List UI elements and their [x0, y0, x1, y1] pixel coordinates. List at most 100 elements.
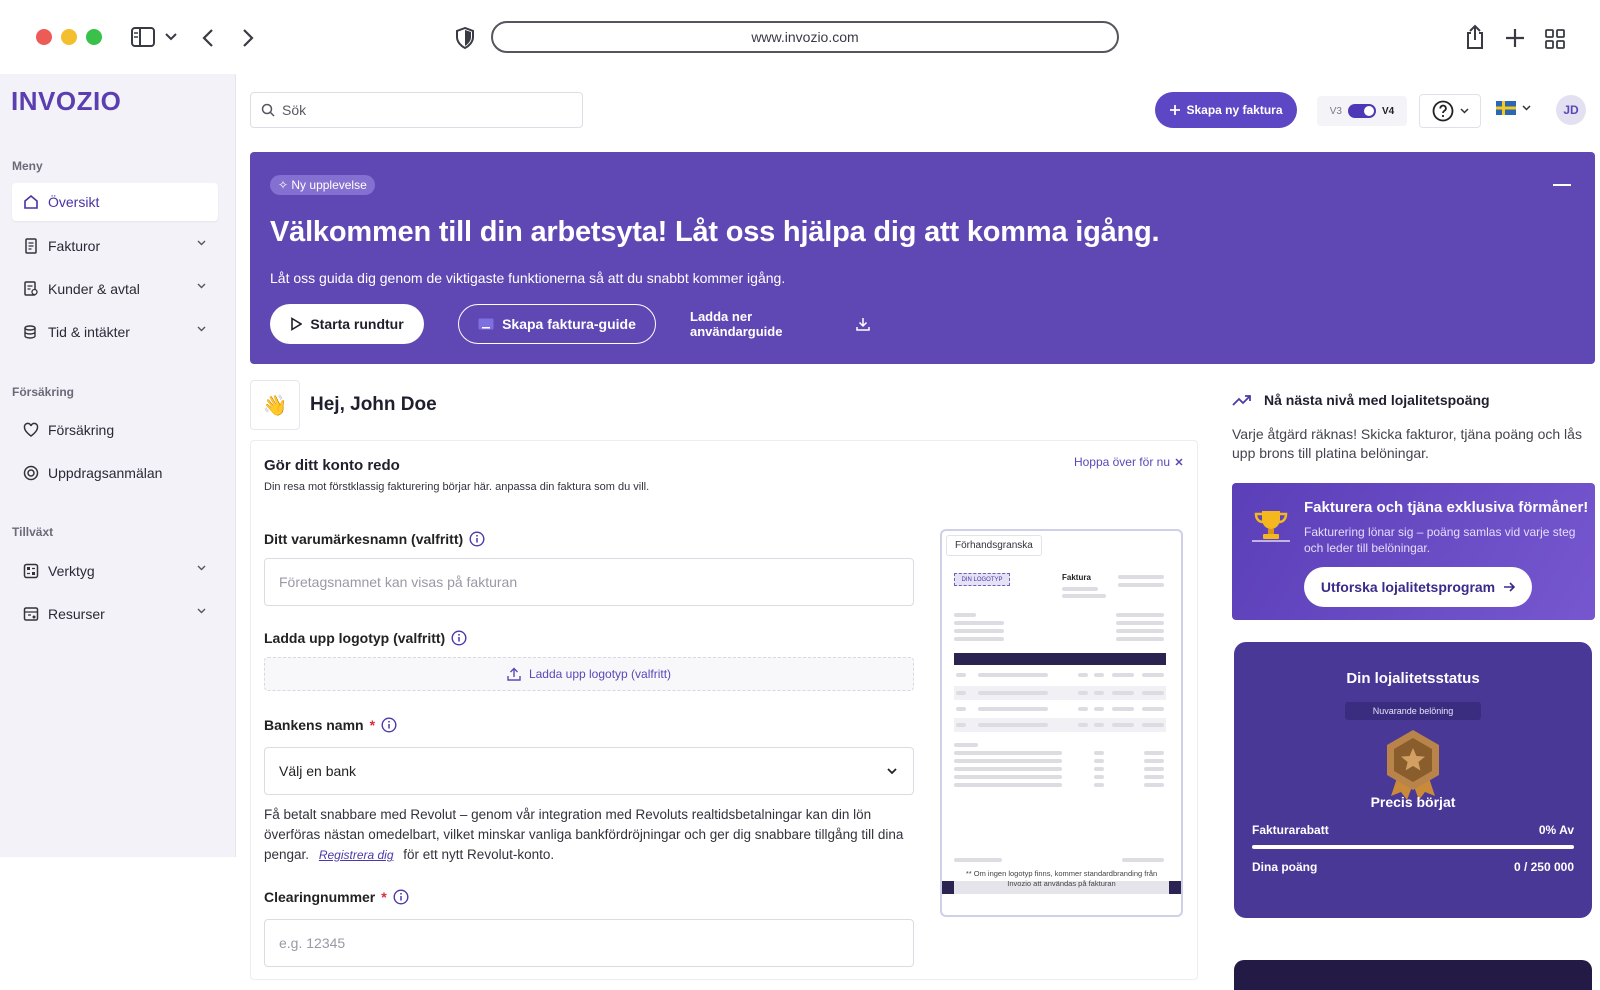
sidebar-item-tid[interactable]: Tid & intäkter	[12, 313, 218, 351]
info-icon[interactable]	[469, 531, 485, 547]
sidebar-toggle-icon[interactable]	[131, 27, 155, 47]
bronze-medal-icon	[1379, 726, 1447, 802]
search-input[interactable]: Sök	[250, 92, 583, 128]
version-switch[interactable]	[1348, 104, 1376, 118]
sidebar-item-label: Kunder & avtal	[48, 281, 140, 297]
collapse-banner-button[interactable]	[1553, 184, 1571, 186]
required-marker: *	[381, 889, 387, 905]
invoice-guide-button[interactable]: Skapa faktura-guide	[458, 304, 656, 344]
sidebar-item-label: Försäkring	[48, 422, 115, 438]
play-icon	[290, 317, 303, 331]
forward-arrow-icon[interactable]	[242, 28, 254, 48]
bank-selected-value: Välj en bank	[279, 763, 357, 779]
revolut-info-text: Få betalt snabbare med Revolut – genom v…	[264, 805, 914, 865]
current-reward-badge: Nuvarande belöning	[1345, 702, 1481, 720]
clearing-placeholder: e.g. 12345	[279, 935, 346, 951]
bank-select[interactable]: Välj en bank	[264, 747, 914, 795]
coins-icon	[22, 323, 40, 341]
trophy-icon	[1250, 507, 1292, 543]
preview-branding-note: ** Om ingen logotyp finns, kommer standa…	[954, 867, 1169, 907]
points-value: 0 / 250 000	[1513, 860, 1574, 874]
promo-text: Fakturering lönar sig – poäng samlas vid…	[1304, 525, 1576, 555]
tools-icon	[22, 562, 40, 580]
back-arrow-icon[interactable]	[202, 28, 214, 48]
maximize-window-button[interactable]	[86, 29, 102, 45]
clearing-number-input[interactable]: e.g. 12345	[264, 919, 914, 967]
register-revolut-link[interactable]: Registrera dig	[319, 848, 394, 862]
chevron-down-icon[interactable]	[197, 283, 206, 289]
shield-icon[interactable]	[455, 27, 475, 49]
logo-upload-dropzone[interactable]: Ladda upp logotyp (valfritt)	[264, 657, 914, 691]
version-toggle[interactable]: V3 V4	[1317, 96, 1407, 126]
new-tab-icon[interactable]	[1505, 28, 1525, 48]
greeting-title: Hej, John Doe	[310, 394, 437, 415]
setup-title: Gör ditt konto redo	[264, 457, 400, 474]
chevron-down-icon[interactable]	[197, 608, 206, 614]
loyalty-promo-card: Fakturera och tjäna exklusiva förmåner! …	[1232, 483, 1595, 620]
required-marker: *	[369, 717, 376, 733]
arrow-right-icon	[1503, 582, 1516, 592]
status-level: Precis börjat	[1370, 794, 1456, 810]
upload-icon	[507, 667, 521, 681]
chevron-down-icon[interactable]	[197, 240, 206, 246]
skip-setup-link[interactable]: Hoppa över för nu	[1074, 455, 1183, 469]
info-icon[interactable]	[451, 630, 467, 646]
create-invoice-label: Skapa ny faktura	[1186, 103, 1283, 117]
loyalty-heading-text: Nå nästa nivå med lojalitetspoäng	[1264, 392, 1490, 408]
revolut-tail-text: för ett nytt Revolut-konto.	[403, 847, 555, 862]
minimize-window-button[interactable]	[61, 29, 77, 45]
sidebar-item-forsakring[interactable]: Försäkring	[12, 411, 218, 449]
account-setup-card: Gör ditt konto redo Din resa mot förstkl…	[250, 440, 1198, 980]
preview-logo-placeholder: DIN LOGOTYP	[954, 573, 1010, 586]
chevron-down-icon[interactable]	[165, 33, 177, 41]
invozio-logo[interactable]: INVOZIO	[11, 86, 121, 117]
clearing-number-label: Clearingnummer *	[264, 889, 409, 905]
sidebar-section-title: Meny	[12, 159, 43, 173]
create-invoice-button[interactable]: Skapa ny faktura	[1155, 92, 1297, 128]
help-menu-button[interactable]	[1419, 94, 1481, 128]
discount-label: Fakturarabatt	[1252, 823, 1329, 837]
sidebar-item-label: Verktyg	[48, 563, 95, 579]
discount-value: 0% Av	[1538, 823, 1574, 837]
points-progress-bar	[1252, 845, 1574, 849]
search-placeholder: Sök	[282, 102, 307, 118]
status-title: Din lojalitetsstatus	[1346, 670, 1480, 687]
loyalty-heading: Nå nästa nivå med lojalitetspoäng	[1232, 392, 1490, 408]
sidebar-section-title: Försäkring	[12, 385, 75, 399]
tab-overview-icon[interactable]	[1545, 29, 1565, 49]
download-icon	[856, 317, 870, 331]
preview-tab[interactable]: Förhandsgranska	[946, 535, 1042, 556]
sidebar-item-resurser[interactable]: Resurser	[12, 595, 218, 633]
logo-upload-text: Ladda upp logotyp (valfritt)	[528, 667, 672, 681]
explore-loyalty-button[interactable]: Utforska lojalitetsprogram	[1304, 567, 1532, 607]
sidebar-item-fakturor[interactable]: Fakturor	[12, 227, 218, 265]
close-icon	[1175, 458, 1183, 466]
logo-upload-label: Ladda upp logotyp (valfritt)	[264, 630, 467, 646]
sidebar-item-verktyg[interactable]: Verktyg	[12, 552, 218, 590]
chevron-down-icon[interactable]	[197, 326, 206, 332]
address-bar[interactable]: www.invozio.com	[491, 21, 1119, 53]
close-window-button[interactable]	[36, 29, 52, 45]
sidebar-item-oversikt[interactable]: Översikt	[12, 183, 218, 221]
search-icon	[261, 103, 275, 117]
brand-label-text: Ditt varumärkesnamn (valfritt)	[264, 531, 464, 547]
invoice-guide-label: Skapa faktura-guide	[502, 316, 636, 332]
loyalty-status-card: Din lojalitetsstatus Nuvarande belöning …	[1234, 642, 1592, 918]
start-tour-button[interactable]: Starta rundtur	[270, 304, 424, 344]
language-selector[interactable]	[1496, 101, 1531, 115]
sidebar-item-label: Resurser	[48, 606, 105, 622]
share-icon[interactable]	[1465, 24, 1485, 50]
avatar[interactable]: JD	[1556, 95, 1586, 125]
badge-label: Ny upplevelse	[291, 178, 367, 192]
promo-title: Fakturera och tjäna exklusiva förmåner!	[1304, 499, 1589, 516]
info-icon[interactable]	[381, 717, 397, 733]
heart-icon	[22, 421, 40, 439]
sidebar-item-kunder[interactable]: Kunder & avtal	[12, 270, 218, 308]
brand-name-input[interactable]: Företagsnamnet kan visas på fakturan	[264, 558, 914, 606]
sidebar-item-uppdragsanmalan[interactable]: Uppdragsanmälan	[12, 454, 218, 492]
brand-name-label: Ditt varumärkesnamn (valfritt)	[264, 531, 485, 547]
chevron-down-icon[interactable]	[197, 565, 206, 571]
info-icon[interactable]	[393, 889, 409, 905]
sidebar-item-label: Fakturor	[48, 238, 101, 254]
download-guide-button[interactable]: Ladda ner användarguide	[690, 304, 870, 344]
